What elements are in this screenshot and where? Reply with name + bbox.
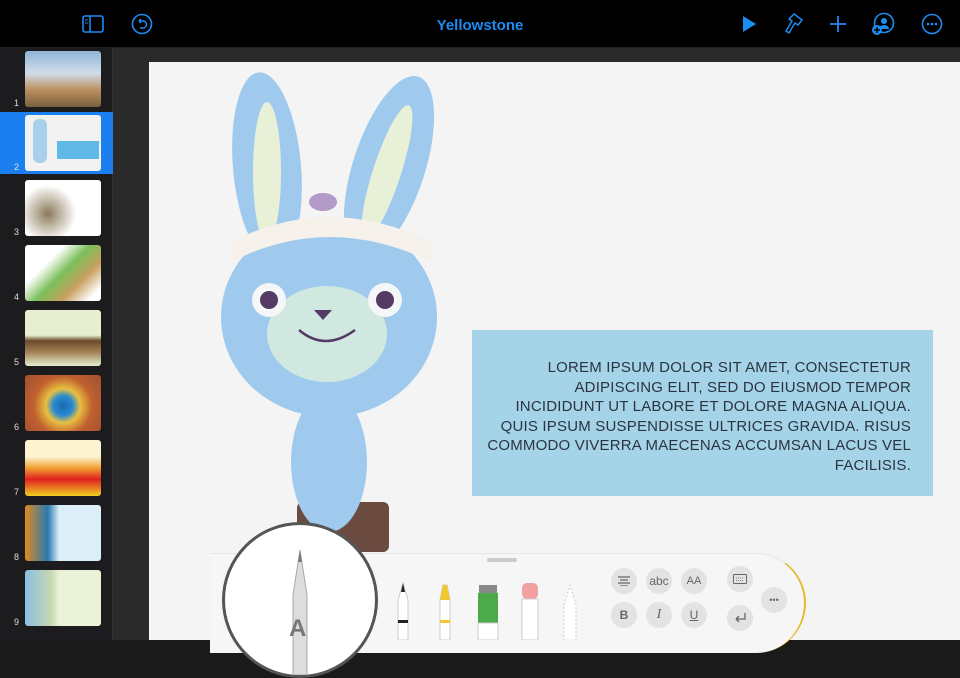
slide-thumbnail[interactable]: 7 (0, 437, 113, 499)
add-icon[interactable] (826, 12, 850, 36)
document-title[interactable]: Yellowstone (0, 17, 960, 34)
top-bar: Yellowstone (0, 0, 960, 48)
bold-button[interactable]: B (611, 602, 637, 628)
slide-thumbnail-selected[interactable]: 2 (0, 112, 113, 174)
italic-button[interactable]: I (646, 602, 672, 628)
smart-annotation-pencil-tool[interactable]: A (222, 522, 378, 678)
format-brush-icon[interactable] (781, 12, 805, 36)
align-text-button[interactable] (611, 568, 637, 594)
slide-navigator: 1 2 3 4 5 6 7 8 9 (0, 48, 113, 640)
more-options-button[interactable]: ••• (761, 587, 787, 613)
play-icon[interactable] (737, 12, 761, 36)
pen-tool-icon[interactable] (393, 580, 413, 640)
underline-button[interactable]: U (681, 602, 707, 628)
marker-tool-icon[interactable] (435, 580, 455, 640)
slide-thumbnail[interactable]: 1 (0, 48, 113, 110)
collaborate-icon[interactable] (871, 12, 895, 36)
slide-thumbnail[interactable]: 6 (0, 372, 113, 434)
eraser-tool-icon[interactable] (518, 580, 542, 640)
slide-thumbnail[interactable]: 3 (0, 177, 113, 239)
toolbar-drag-handle[interactable] (487, 558, 517, 562)
pencil-letter: A (289, 615, 307, 642)
text-size-button[interactable]: AA (681, 568, 707, 594)
return-button[interactable] (727, 605, 753, 631)
more-icon[interactable] (920, 12, 944, 36)
lasso-tool-icon[interactable] (560, 580, 580, 640)
slide-thumbnail[interactable]: 8 (0, 502, 113, 564)
slide-thumbnail[interactable]: 9 (0, 567, 113, 629)
body-text-box[interactable]: LOREM IPSUM DOLOR SIT AMET, CONSECTETUR … (472, 330, 933, 496)
paint-tool-icon[interactable] (474, 580, 502, 640)
slide-thumbnail[interactable]: 5 (0, 307, 113, 369)
keyboard-button[interactable] (727, 566, 753, 592)
slide-thumbnail[interactable]: 4 (0, 242, 113, 304)
spellcheck-button[interactable]: abc (646, 568, 672, 594)
